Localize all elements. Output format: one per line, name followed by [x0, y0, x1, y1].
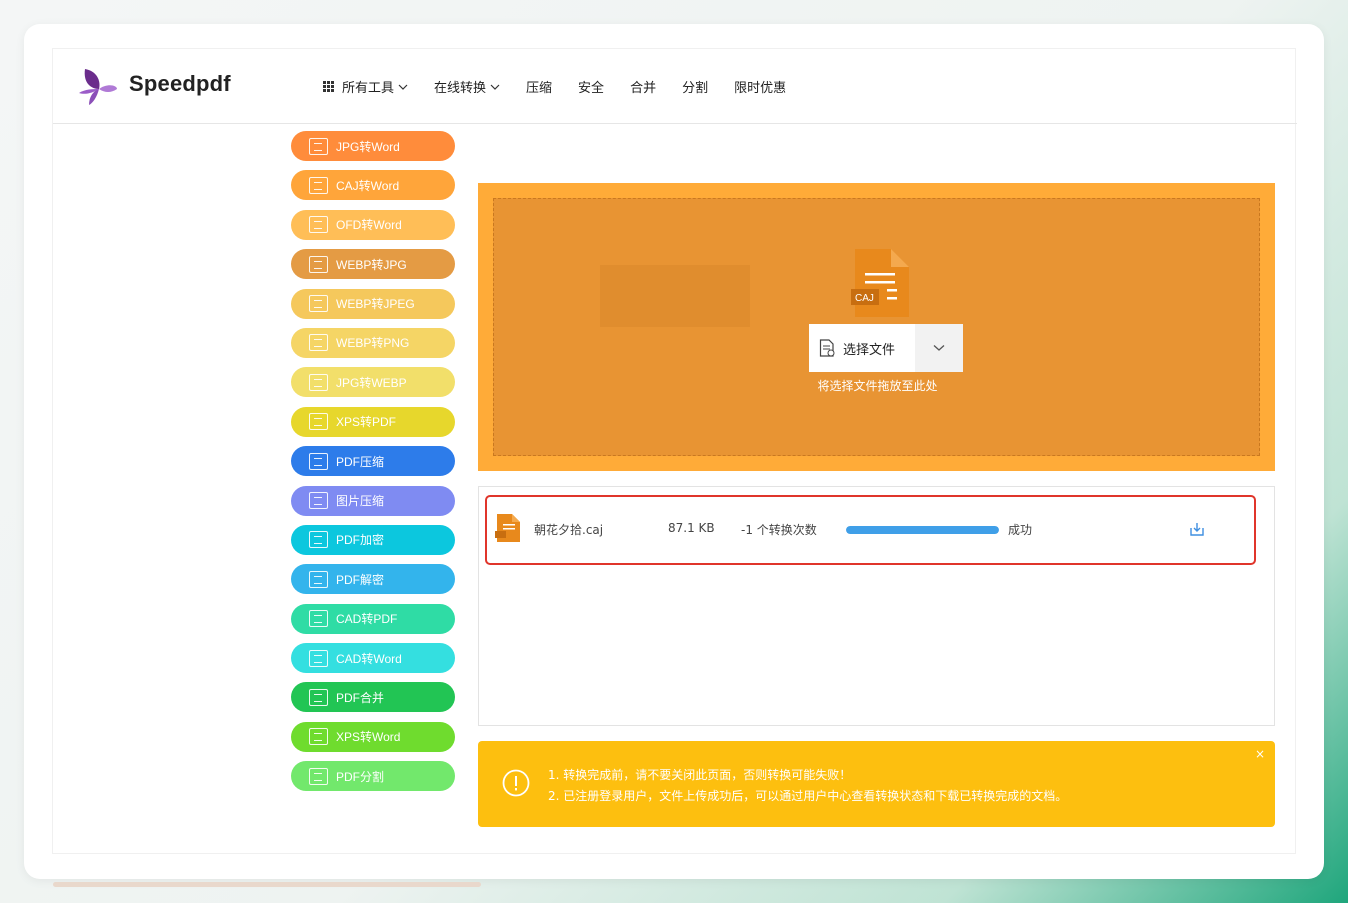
main-nav: 所有工具 在线转换 压缩 安全 合并 分割 限时优惠 — [323, 77, 812, 96]
tool-icon — [309, 373, 328, 391]
caj-badge-text: CAJ — [855, 293, 874, 304]
sidebar-item-label: WEBP转JPG — [336, 257, 407, 272]
nav-compress[interactable]: 压缩 — [526, 77, 552, 96]
file-row: 朝花夕拾.caj 87.1 KB -1 个转换次数 成功 — [485, 495, 1256, 565]
sidebar-item-label: XPS转PDF — [336, 415, 397, 430]
tool-icon — [309, 610, 328, 628]
sidebar-item[interactable]: WEBP转PNG — [291, 327, 455, 358]
nav-label: 所有工具 — [342, 81, 395, 96]
status-text: 成功 — [1008, 523, 1033, 537]
sidebar-item[interactable]: XPS转Word — [291, 721, 455, 752]
tool-icon — [309, 688, 328, 706]
sidebar-item-label: PDF解密 — [336, 572, 385, 587]
sidebar-item[interactable]: CAD转PDF — [291, 603, 455, 634]
close-icon[interactable]: × — [1255, 747, 1265, 761]
sidebar-item-label: JPG转WEBP — [336, 375, 407, 390]
file-list-panel: 朝花夕拾.caj 87.1 KB -1 个转换次数 成功 — [478, 486, 1275, 726]
exclamation-icon — [502, 769, 530, 797]
site-header: Speedpdf 所有工具 在线转换 压缩 安全 合并 分割 限时优惠 — [53, 49, 1297, 124]
sidebar-item-label: JPG转Word — [336, 139, 400, 154]
drop-hint: 将选择文件拖放至此处 — [817, 379, 938, 393]
nav-merge[interactable]: 合并 — [630, 77, 656, 96]
tool-icon — [309, 728, 328, 746]
tool-icon — [309, 334, 328, 352]
tool-icon — [309, 413, 328, 431]
sidebar-item[interactable]: WEBP转JPG — [291, 249, 455, 280]
select-file-main[interactable]: 选择文件 — [809, 324, 915, 372]
page-container: Speedpdf 所有工具 在线转换 压缩 安全 合并 分割 限时优惠 JPG转… — [52, 48, 1297, 854]
sidebar-item[interactable]: OFD转Word — [291, 209, 455, 240]
browser-page: Speedpdf 所有工具 在线转换 压缩 安全 合并 分割 限时优惠 JPG转… — [24, 24, 1324, 879]
sidebar-item-label: OFD转Word — [336, 218, 402, 233]
tool-icon — [309, 295, 328, 313]
sidebar-item-label: PDF分割 — [336, 769, 385, 784]
sidebar-item[interactable]: PDF合并 — [291, 682, 455, 713]
chevron-down-icon — [490, 84, 500, 90]
grid-icon — [323, 81, 334, 92]
chevron-down-icon — [398, 84, 408, 90]
sidebar-item-label: CAD转PDF — [336, 612, 398, 627]
drop-zone-shadow — [600, 265, 750, 327]
sidebar-item-label: WEBP转JPEG — [336, 297, 415, 312]
tool-icon — [309, 452, 328, 470]
sidebar-item[interactable]: CAJ转Word — [291, 170, 455, 201]
tool-icon — [309, 767, 328, 785]
notice-line-1: 1. 转换完成前，请不要关闭此页面，否则转换可能失败！ — [548, 768, 852, 782]
document-icon — [819, 339, 835, 357]
sidebar-item-label: CAJ转Word — [336, 178, 400, 193]
sidebar-item-label: XPS转Word — [336, 730, 401, 745]
nav-limited-offer[interactable]: 限时优惠 — [734, 77, 786, 96]
sidebar-item[interactable]: JPG转WEBP — [291, 367, 455, 398]
conversion-count: -1 个转换次数 — [741, 523, 817, 537]
horizontal-scrollbar[interactable] — [53, 882, 481, 887]
sidebar-item[interactable]: PDF压缩 — [291, 446, 455, 477]
file-size: 87.1 KB — [668, 521, 715, 535]
brand-name[interactable]: Speedpdf — [129, 71, 231, 97]
sidebar-item[interactable]: JPG转Word — [291, 131, 455, 161]
download-icon[interactable] — [1189, 521, 1205, 537]
sidebar-item-label: CAD转Word — [336, 651, 402, 666]
select-file-button[interactable]: 选择文件 — [809, 324, 963, 372]
tool-icon — [309, 570, 328, 588]
select-source-dropdown[interactable] — [915, 324, 963, 372]
nav-label: 在线转换 — [434, 81, 487, 96]
sidebar-item[interactable]: CAD转Word — [291, 643, 455, 674]
sidebar-item-label: PDF合并 — [336, 690, 385, 705]
notice-text: 1. 转换完成前，请不要关闭此页面，否则转换可能失败！ 2. 已注册登录用户，文… — [548, 765, 1067, 807]
tool-icon — [309, 649, 328, 667]
sidebar-item-label: WEBP转PNG — [336, 336, 410, 351]
nav-all-tools[interactable]: 所有工具 — [323, 77, 408, 96]
nav-split[interactable]: 分割 — [682, 77, 708, 96]
nav-online-convert[interactable]: 在线转换 — [434, 77, 500, 96]
tool-icon — [309, 137, 328, 155]
tool-icon — [309, 176, 328, 194]
tool-icon — [309, 531, 328, 549]
sidebar-item[interactable]: PDF分割 — [291, 761, 455, 792]
sidebar-item-label: 图片压缩 — [336, 494, 385, 509]
notice-line-2: 2. 已注册登录用户，文件上传成功后，可以通过用户中心查看转换状态和下载已转换完… — [548, 789, 1068, 803]
progress-bar — [846, 526, 999, 534]
sidebar-item[interactable]: WEBP转JPEG — [291, 288, 455, 319]
tool-icon — [309, 255, 328, 273]
tool-icon — [309, 492, 328, 510]
sidebar-item[interactable]: PDF解密 — [291, 564, 455, 595]
progress-fill — [846, 526, 999, 534]
nav-security[interactable]: 安全 — [578, 77, 604, 96]
tool-sidebar: JPG转Word CAJ转Word OFD转Word WEBP转JPG WEBP转JPE… — [291, 131, 455, 801]
select-file-label: 选择文件 — [843, 342, 896, 358]
sidebar-item-label: PDF压缩 — [336, 454, 385, 469]
butterfly-logo-icon[interactable] — [77, 67, 119, 107]
sidebar-item[interactable]: PDF加密 — [291, 524, 455, 555]
caj-file-icon — [495, 514, 520, 542]
tool-icon — [309, 216, 328, 234]
file-name: 朝花夕拾.caj — [534, 523, 604, 537]
caj-file-icon: CAJ — [851, 249, 909, 317]
sidebar-item-label: PDF加密 — [336, 533, 385, 548]
notice-banner: 1. 转换完成前，请不要关闭此页面，否则转换可能失败！ 2. 已注册登录用户，文… — [478, 741, 1275, 827]
chevron-down-icon — [933, 345, 945, 351]
upload-area: CAJ 选择文件 将选择文件拖放至此处 — [478, 183, 1275, 471]
drop-zone[interactable]: CAJ 选择文件 将选择文件拖放至此处 — [493, 198, 1260, 456]
sidebar-item[interactable]: XPS转PDF — [291, 406, 455, 437]
sidebar-item[interactable]: 图片压缩 — [291, 485, 455, 516]
